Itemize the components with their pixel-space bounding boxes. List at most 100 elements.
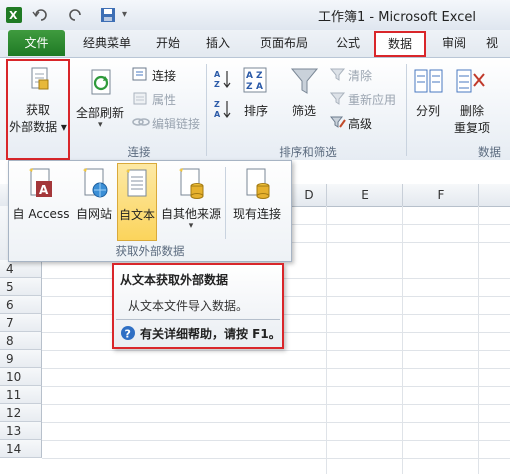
from-text-button[interactable]: 自文本 [117, 163, 157, 241]
group-separator [206, 64, 207, 156]
reapply-button[interactable]: 重新应用 [348, 91, 396, 108]
clear-button[interactable]: 清除 [348, 67, 372, 84]
svg-text:A: A [39, 183, 49, 197]
existing-connections-label: 现有连接 [232, 207, 281, 221]
from-access-label: 自 Access [12, 207, 70, 221]
from-other-sources-button[interactable]: 自其他来源 ▾ [159, 163, 223, 241]
filter-funnel-icon [290, 66, 320, 99]
text-to-columns-icon [414, 68, 444, 99]
grid-row-line [42, 458, 510, 459]
row-header[interactable]: 13 [0, 422, 42, 440]
tab-insert[interactable]: 插入 [196, 30, 240, 57]
grid-row-line [42, 422, 510, 423]
advanced-filter-icon [329, 115, 346, 132]
svg-text:Z: Z [214, 80, 220, 89]
column-header-d[interactable]: D [290, 184, 327, 206]
access-file-icon: A [27, 167, 55, 204]
existing-connections-button[interactable]: 现有连接 [229, 163, 285, 241]
grid-column-line [402, 206, 403, 474]
get-external-data-button[interactable]: 获取 外部数据 ▾ [6, 59, 70, 160]
excel-logo-icon: X [6, 7, 22, 23]
ribbon-tab-bar: 文件 经典菜单 开始 插入 页面布局 公式 数据 审阅 视 [0, 30, 510, 57]
save-icon[interactable] [100, 7, 116, 23]
properties-button[interactable]: 属性 [152, 91, 176, 108]
from-text-label: 自文本 [118, 208, 155, 222]
svg-text:A: A [214, 110, 221, 119]
tooltip-title: 从文本获取外部数据 [120, 273, 229, 287]
get-external-data-dropdown: A 自 Access 自网站 自文本 自其他来源 ▾ 现有连接 获取外部数据 [8, 160, 292, 262]
tab-file[interactable]: 文件 [8, 30, 65, 56]
row-header[interactable]: 11 [0, 386, 42, 404]
column-header-e[interactable]: E [326, 184, 403, 206]
tooltip-divider [116, 319, 280, 320]
sort-button[interactable]: 排序 [244, 102, 268, 119]
group-separator [406, 64, 407, 156]
dropdown-separator [225, 167, 226, 239]
tab-formulas[interactable]: 公式 [326, 30, 370, 57]
row-header[interactable]: 5 [0, 278, 42, 296]
text-file-icon [124, 168, 152, 205]
remove-duplicates-label-2[interactable]: 重复项 [454, 119, 490, 136]
row-header[interactable]: 8 [0, 332, 42, 350]
from-access-button[interactable]: A 自 Access [11, 163, 71, 241]
database-document-icon [30, 67, 50, 94]
from-other-sources-label: 自其他来源 [160, 207, 221, 221]
tab-data[interactable]: 数据 [374, 31, 426, 57]
connections-group-label: 连接 [127, 145, 151, 159]
get-external-data-label-2: 外部数据 ▾ [9, 120, 67, 134]
svg-text:Z: Z [256, 71, 263, 81]
other-sources-chevron-icon: ▾ [188, 221, 194, 231]
reapply-filter-icon [329, 91, 346, 108]
column-header-f[interactable]: F [402, 184, 479, 206]
filter-button[interactable]: 筛选 [292, 102, 316, 119]
sort-ascending-icon[interactable]: AZ [214, 68, 232, 93]
from-web-button[interactable]: 自网站 [73, 163, 115, 241]
tab-view[interactable]: 视 [486, 30, 510, 57]
tab-review[interactable]: 审阅 [432, 30, 476, 57]
row-header[interactable]: 12 [0, 404, 42, 422]
row-header[interactable]: 6 [0, 296, 42, 314]
svg-text:A: A [214, 70, 221, 79]
tooltip-description: 从文本文件导入数据。 [128, 299, 249, 313]
connections-button[interactable]: 连接 [152, 67, 176, 84]
tab-page-layout[interactable]: 页面布局 [252, 30, 316, 57]
from-web-label: 自网站 [75, 207, 112, 221]
help-icon: ? [120, 325, 136, 344]
web-globe-icon [81, 167, 109, 204]
title-bar: X ▾ 工作簿1 - Microsoft Excel [0, 0, 510, 31]
tooltip-help-text: 有关详细帮助，请按 F1。 [140, 327, 281, 341]
grid-row-line [42, 404, 510, 405]
row-header[interactable]: 9 [0, 350, 42, 368]
refresh-all-button[interactable]: 全部刷新 [76, 104, 124, 121]
svg-text:A: A [256, 82, 263, 92]
row-header[interactable]: 14 [0, 440, 42, 458]
edit-links-button[interactable]: 编辑链接 [152, 115, 200, 132]
remove-duplicates-icon [456, 68, 486, 99]
row-header[interactable]: 7 [0, 314, 42, 332]
connections-icon [132, 66, 148, 85]
refresh-dropdown-chevron-icon[interactable]: ▾ [98, 120, 103, 130]
row-header[interactable]: 10 [0, 368, 42, 386]
advanced-button[interactable]: 高级 [348, 115, 372, 132]
existing-connections-icon [243, 167, 271, 204]
sort-descending-icon[interactable]: ZA [214, 98, 232, 123]
column-header-g[interactable] [478, 184, 510, 206]
window-title: 工作簿1 - Microsoft Excel [318, 10, 476, 25]
row-header[interactable]: 4 [0, 260, 42, 278]
grid-row-line [42, 368, 510, 369]
from-text-tooltip: 从文本获取外部数据 从文本文件导入数据。 ? 有关详细帮助，请按 F1。 [112, 263, 284, 349]
tab-classic-menu[interactable]: 经典菜单 [76, 30, 138, 57]
edit-links-icon [132, 114, 150, 133]
customize-quick-access-icon[interactable]: ▾ [122, 7, 134, 23]
other-sources-database-icon [177, 167, 205, 204]
refresh-all-icon [88, 68, 116, 101]
redo-icon[interactable] [66, 7, 86, 23]
remove-duplicates-label-1[interactable]: 删除 [460, 102, 484, 119]
undo-icon[interactable] [32, 7, 52, 23]
grid-row-line [42, 350, 510, 351]
svg-text:Z: Z [246, 82, 253, 92]
get-external-data-label-1: 获取 [25, 103, 50, 117]
tab-home[interactable]: 开始 [146, 30, 190, 57]
text-to-columns-button[interactable]: 分列 [416, 102, 440, 119]
svg-text:A: A [246, 71, 253, 81]
